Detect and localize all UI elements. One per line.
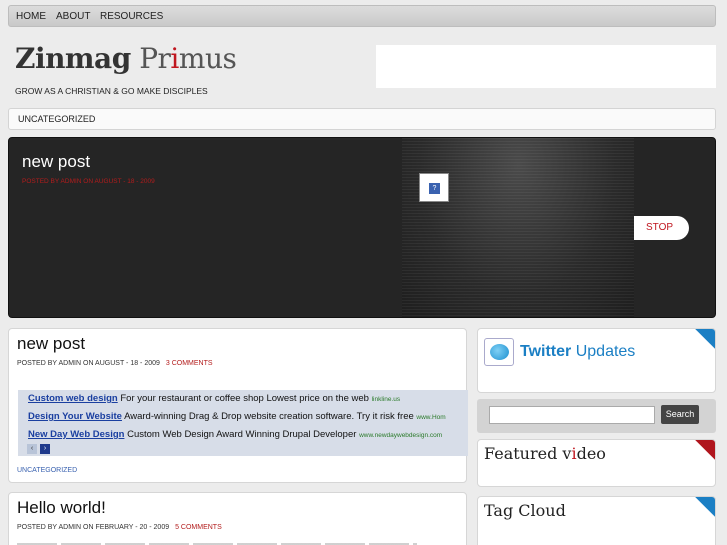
ad-url[interactable]: www.newdaywebdesign.com xyxy=(359,432,442,439)
site-title-rest-1: Pr xyxy=(139,42,171,75)
site-title-rest-2: mus xyxy=(178,42,237,75)
post-meta: POSTED BY ADMIN ON FEBRUARY - 20 - 2009 … xyxy=(17,524,222,531)
post-comments-link[interactable]: 3 COMMENTS xyxy=(166,360,213,367)
twitter-widget: Twitter Updates xyxy=(477,328,716,393)
slide-image xyxy=(402,138,634,317)
site-tagline: GROW AS A CHRISTIAN & GO MAKE DISCIPLES xyxy=(15,86,208,96)
post-card: Hello world! POSTED BY ADMIN ON FEBRUARY… xyxy=(8,492,467,545)
category-uncategorized[interactable]: UNCATEGORIZED xyxy=(18,114,95,124)
post-title[interactable]: Hello world! xyxy=(17,498,106,518)
post-meta-text: POSTED BY ADMIN ON AUGUST - 18 - 2009 xyxy=(17,360,160,367)
ad-url[interactable]: www.Hom xyxy=(416,414,445,421)
site-title[interactable]: Zinmag Primus xyxy=(15,42,237,75)
featured-video-widget: Featured video xyxy=(477,439,716,487)
featured-video-part1: Featured v xyxy=(484,444,572,463)
twitter-bird-icon xyxy=(484,338,514,366)
category-bar: UNCATEGORIZED xyxy=(8,108,716,130)
post-meta: POSTED BY ADMIN ON AUGUST - 18 - 2009 3 … xyxy=(17,360,213,367)
ad-text: Custom Web Design Award Winning Drupal D… xyxy=(124,429,360,440)
header-banner xyxy=(376,45,716,88)
slider-stop-button[interactable]: STOP xyxy=(634,216,689,240)
post-meta-text: POSTED BY ADMIN ON FEBRUARY - 20 - 2009 xyxy=(17,524,170,531)
search-widget: Search xyxy=(477,399,716,433)
ad-row: Custom web design For your restaurant or… xyxy=(28,393,400,404)
tag-cloud-widget: Tag Cloud xyxy=(477,496,716,545)
corner-ribbon xyxy=(695,440,715,460)
corner-ribbon xyxy=(695,329,715,349)
twitter-label-bold: Twitter xyxy=(520,343,572,360)
search-input[interactable] xyxy=(489,406,655,424)
broken-image-icon: ? xyxy=(429,183,440,194)
ad-row: Design Your Website Award-winning Drag &… xyxy=(28,411,446,422)
top-navigation: HOME ABOUT RESOURCES xyxy=(8,5,716,27)
post-comments-link[interactable]: 5 COMMENTS xyxy=(175,524,222,531)
post-card: new post POSTED BY ADMIN ON AUGUST - 18 … xyxy=(8,328,468,483)
twitter-label-rest: Updates xyxy=(571,343,636,360)
featured-video-part2: deo xyxy=(576,444,606,463)
search-button[interactable]: Search xyxy=(661,405,699,424)
slide-meta: POSTED BY ADMIN ON AUGUST - 18 - 2009 xyxy=(22,178,155,185)
ad-link[interactable]: Custom web design xyxy=(28,393,118,404)
ad-link[interactable]: New Day Web Design xyxy=(28,429,124,440)
site-title-red: i xyxy=(170,42,179,75)
ad-link[interactable]: Design Your Website xyxy=(28,411,122,422)
ad-prev-arrow-icon[interactable]: ‹ xyxy=(27,444,37,454)
tag-cloud-title: Tag Cloud xyxy=(484,501,566,520)
ad-text: Award-winning Drag & Drop website creati… xyxy=(121,411,417,422)
post-category-link[interactable]: UNCATEGORIZED xyxy=(17,467,77,474)
ad-block: Custom web design For your restaurant or… xyxy=(18,390,468,456)
site-title-bold: Zinmag xyxy=(15,42,131,75)
slide-title[interactable]: new post xyxy=(22,152,90,172)
nav-resources[interactable]: RESOURCES xyxy=(100,11,163,22)
corner-ribbon xyxy=(695,497,715,517)
nav-about[interactable]: ABOUT xyxy=(56,11,90,22)
twitter-updates-link[interactable]: Twitter Updates xyxy=(520,343,635,361)
ad-next-arrow-icon[interactable]: › xyxy=(40,444,50,454)
nav-home[interactable]: HOME xyxy=(16,11,46,22)
featured-video-title: Featured video xyxy=(484,444,606,463)
ad-text: For your restaurant or coffee shop Lowes… xyxy=(117,393,372,404)
featured-slider: new post POSTED BY ADMIN ON AUGUST - 18 … xyxy=(8,137,716,318)
post-title[interactable]: new post xyxy=(17,334,85,354)
slide-thumbnail[interactable]: ? xyxy=(419,173,449,202)
ad-url[interactable]: linkline.us xyxy=(372,396,401,403)
ad-row: New Day Web Design Custom Web Design Awa… xyxy=(28,429,442,440)
